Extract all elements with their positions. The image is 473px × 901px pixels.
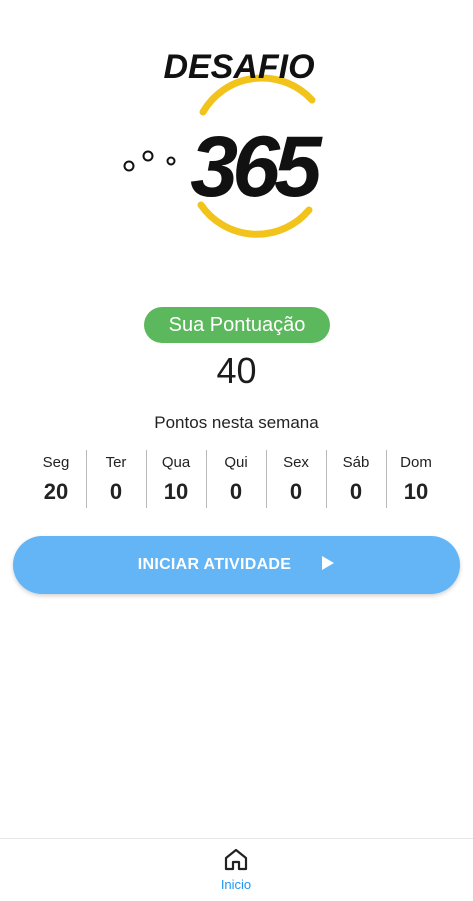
- app-logo: DESAFIO 365: [0, 40, 473, 250]
- svg-text:DESAFIO: DESAFIO: [163, 48, 314, 86]
- tab-home-label: Inicio: [220, 877, 252, 892]
- score-label-badge: Sua Pontuação: [144, 307, 330, 343]
- start-activity-label: INICIAR ATIVIDADE: [137, 556, 292, 573]
- tab-home[interactable]: Inicio: [206, 847, 266, 899]
- day-column-ter: Ter 0: [86, 447, 146, 511]
- day-column-sab: Sáb 0: [326, 447, 386, 511]
- day-name: Seg: [42, 454, 70, 471]
- day-name: Ter: [105, 454, 127, 471]
- day-name: Qui: [224, 454, 248, 471]
- day-points: 20: [43, 479, 69, 504]
- day-points: 0: [349, 479, 363, 504]
- home-icon: [206, 847, 266, 871]
- day-points: 10: [163, 479, 189, 504]
- day-points: 0: [109, 479, 123, 504]
- desafio-365-logo: DESAFIO 365: [123, 48, 328, 238]
- day-column-seg: Seg 20: [26, 447, 86, 511]
- day-points: 10: [403, 479, 429, 504]
- play-icon: [321, 555, 335, 576]
- start-activity-button[interactable]: INICIAR ATIVIDADE: [13, 536, 460, 594]
- day-column-qua: Qua 10: [146, 447, 206, 511]
- week-points-row: Seg 20 Ter 0 Qua 10 Qui 0 Sex 0 Sáb 0 Do…: [26, 447, 446, 511]
- svg-text:365: 365: [190, 119, 323, 215]
- day-name: Qua: [161, 454, 191, 471]
- day-points: 0: [289, 479, 303, 504]
- day-column-dom: Dom 10: [386, 447, 446, 511]
- day-column-sex: Sex 0: [266, 447, 326, 511]
- bottom-navigation: Inicio: [0, 838, 473, 901]
- day-points: 0: [229, 479, 243, 504]
- day-name: Sex: [283, 454, 309, 471]
- day-name: Sáb: [342, 454, 370, 471]
- day-column-qui: Qui 0: [206, 447, 266, 511]
- day-name: Dom: [400, 454, 432, 471]
- score-value: 40: [216, 350, 257, 391]
- week-points-title: Pontos nesta semana: [154, 413, 319, 432]
